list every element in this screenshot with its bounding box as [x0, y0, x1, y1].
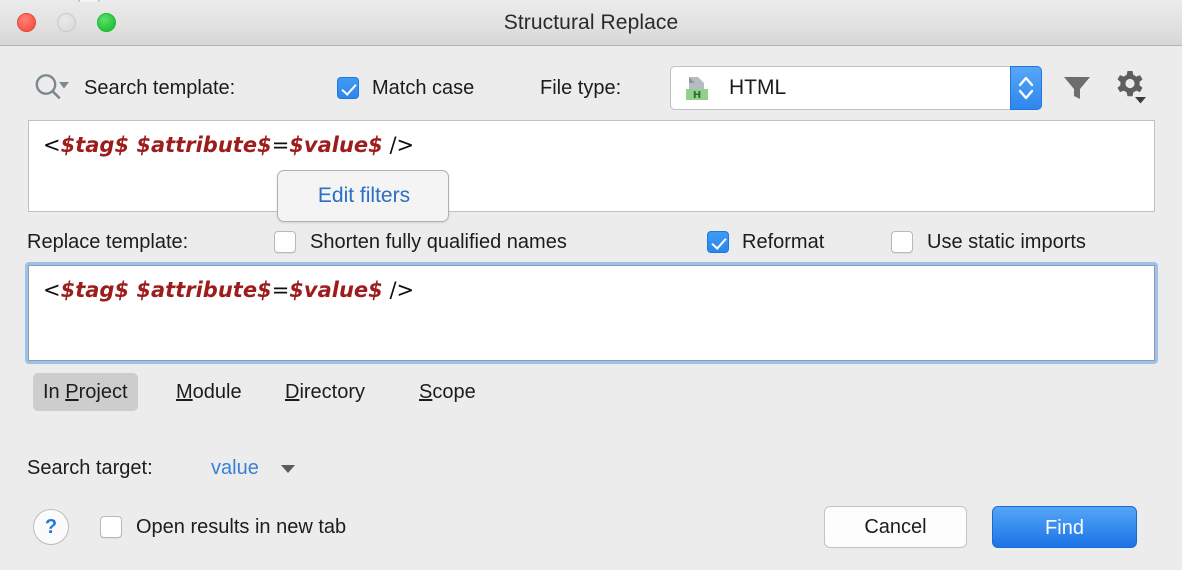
scope-tab-module[interactable]: Module: [166, 373, 252, 411]
code-token: $attribute$: [136, 278, 271, 302]
svg-text:H: H: [693, 90, 701, 101]
file-type-value: HTML: [729, 67, 786, 109]
code-token: =: [272, 133, 290, 157]
replace-template-code: <$tag$ $attribute$=$value$ />: [43, 278, 414, 302]
code-token: />: [383, 278, 414, 302]
file-type-label: File type:: [540, 77, 621, 100]
reformat-label: Reformat: [742, 231, 824, 254]
html-file-icon: H: [683, 76, 711, 102]
search-target-value[interactable]: value: [211, 457, 259, 480]
code-token: $attribute$: [136, 133, 271, 157]
code-token: />: [383, 133, 414, 157]
search-template-input[interactable]: <$tag$ $attribute$=$value$ />: [28, 120, 1155, 212]
match-case-label: Match case: [372, 77, 474, 100]
use-static-imports-label: Use static imports: [927, 231, 1086, 254]
scope-tab-scope[interactable]: Scope: [409, 373, 486, 411]
title-bar: Structural Replace: [0, 0, 1182, 46]
chevron-down-icon[interactable]: [281, 465, 295, 473]
replace-template-focus-ring: <$tag$ $attribute$=$value$ />: [25, 262, 1158, 364]
code-token: =: [272, 278, 290, 302]
scope-tab-directory[interactable]: Directory: [275, 373, 375, 411]
scope-tab-in-project[interactable]: In Project: [33, 373, 138, 411]
replace-template-input[interactable]: <$tag$ $attribute$=$value$ />: [28, 265, 1155, 361]
search-template-code: <$tag$ $attribute$=$value$ />: [43, 133, 414, 157]
filter-funnel-icon[interactable]: [1060, 70, 1094, 104]
edit-filters-label: Edit filters: [278, 171, 450, 221]
code-token: <: [43, 133, 61, 157]
open-results-new-tab-checkbox[interactable]: [100, 516, 122, 538]
replace-template-label: Replace template:: [27, 231, 188, 254]
match-case-checkbox[interactable]: [337, 77, 359, 99]
code-token: <: [43, 278, 61, 302]
help-button[interactable]: ?: [33, 509, 69, 545]
open-results-new-tab-label: Open results in new tab: [136, 516, 346, 539]
find-button[interactable]: Find: [992, 506, 1137, 548]
code-token: $value$: [289, 278, 382, 302]
tooltip-tail: [78, 0, 100, 1]
use-static-imports-checkbox[interactable]: [891, 231, 913, 253]
reformat-checkbox[interactable]: [707, 231, 729, 253]
search-template-label: Search template:: [84, 77, 235, 100]
code-token: $value$: [289, 133, 382, 157]
window-title: Structural Replace: [0, 0, 1182, 45]
gear-dropdown-icon[interactable]: [1110, 68, 1150, 106]
search-target-label: Search target:: [27, 457, 153, 480]
code-token: $tag$: [61, 133, 129, 157]
code-token: $tag$: [61, 278, 129, 302]
search-dropdown-icon[interactable]: [33, 72, 73, 104]
shorten-fqn-checkbox[interactable]: [274, 231, 296, 253]
question-mark-icon: ?: [34, 510, 68, 544]
shorten-fqn-label: Shorten fully qualified names: [310, 231, 567, 254]
edit-filters-tooltip[interactable]: Edit filters: [277, 170, 449, 222]
stepper-up-down-icon[interactable]: [1010, 66, 1042, 110]
file-type-combobox[interactable]: H HTML: [670, 66, 1042, 110]
structural-replace-dialog: Structural Replace Search template: Matc…: [0, 0, 1182, 570]
cancel-button[interactable]: Cancel: [824, 506, 967, 548]
